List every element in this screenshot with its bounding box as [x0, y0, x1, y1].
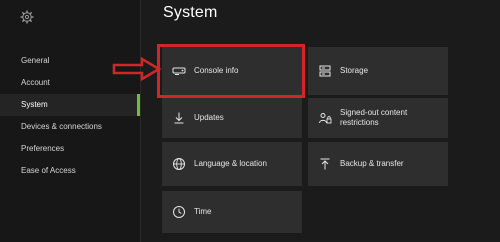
highlight-box	[157, 44, 305, 98]
upload-icon	[320, 158, 330, 170]
backup-transfer-label: Backup & transfer	[340, 159, 404, 168]
globe-icon	[173, 158, 185, 170]
clock-icon	[173, 206, 185, 218]
pointer-arrow-icon	[112, 57, 162, 81]
sidebar: General Account System Devices & connect…	[0, 0, 141, 242]
sidebar-item-devices-connections[interactable]: Devices & connections	[0, 116, 140, 138]
time-label: Time	[194, 207, 212, 216]
storage-tile[interactable]: Storage	[308, 47, 448, 95]
download-icon	[174, 112, 184, 124]
storage-icon	[319, 65, 331, 77]
backup-transfer-tile[interactable]: Backup & transfer	[308, 142, 448, 186]
signed-out-content-tile[interactable]: Signed-out content restrictions	[308, 98, 448, 138]
sidebar-item-preferences[interactable]: Preferences	[0, 138, 140, 160]
language-location-tile[interactable]: Language & location	[162, 142, 302, 186]
time-tile[interactable]: Time	[162, 191, 302, 233]
updates-label: Updates	[194, 113, 224, 122]
language-location-label: Language & location	[194, 159, 267, 168]
updates-tile[interactable]: Updates	[162, 98, 302, 138]
users-lock-icon	[319, 113, 332, 124]
gear-icon[interactable]	[19, 9, 35, 25]
signed-out-content-label: Signed-out content restrictions	[340, 108, 408, 127]
storage-label: Storage	[340, 66, 369, 75]
sidebar-item-system[interactable]: System	[0, 94, 140, 116]
sidebar-item-ease-of-access[interactable]: Ease of Access	[0, 160, 140, 182]
page-title: System	[163, 4, 218, 21]
